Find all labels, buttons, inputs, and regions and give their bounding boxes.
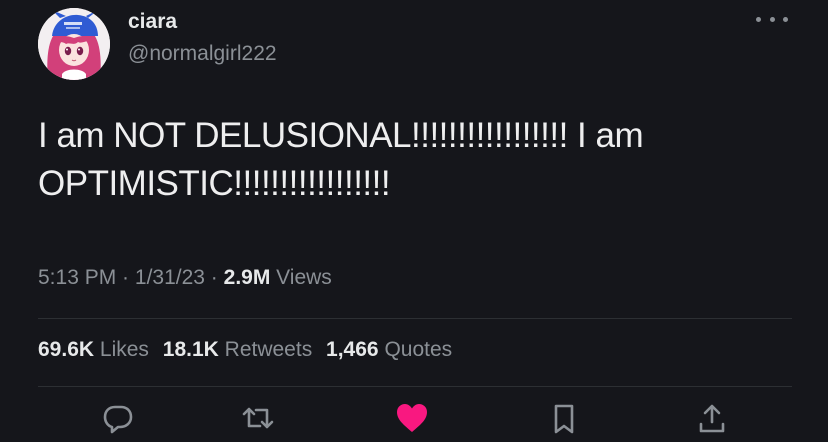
tweet-stats: 69.6K Likes 18.1K Retweets 1,466 Quotes [38, 338, 452, 362]
likes-count: 69.6K [38, 338, 95, 361]
retweet-icon [242, 407, 274, 429]
retweets-stat[interactable]: 18.1K Retweets [163, 338, 312, 361]
dot [783, 16, 788, 22]
retweets-count: 18.1K [162, 338, 219, 361]
dot [769, 16, 775, 22]
views-count: 2.9M [223, 266, 271, 289]
quotes-label: Quotes [384, 338, 453, 361]
share-icon [699, 404, 725, 433]
action-bar [0, 402, 828, 434]
bookmark-icon [554, 404, 574, 434]
dot [756, 16, 761, 22]
quotes-stat[interactable]: 1,466 Quotes [326, 338, 452, 361]
likes-stat[interactable]: 69.6K Likes [38, 338, 149, 361]
retweet-button[interactable] [238, 402, 278, 442]
tweet-text: I am NOT DELUSIONAL!!!!!!!!!!!!!!!!! I a… [38, 116, 644, 203]
tweet-time[interactable]: 5:13 PM [38, 266, 116, 289]
like-button[interactable] [392, 402, 432, 442]
more-options-icon[interactable] [756, 14, 788, 24]
reply-icon [103, 405, 133, 434]
share-button[interactable] [692, 402, 732, 442]
meta-separator: · [116, 266, 135, 289]
author-name[interactable]: ciara [128, 10, 177, 34]
quotes-count: 1,466 [326, 338, 379, 361]
divider [38, 386, 792, 387]
views-label: Views [276, 266, 332, 289]
tweet-meta: 5:13 PM · 1/31/23 · 2.9M Views [38, 266, 332, 290]
anime-girl-avatar-icon [38, 8, 110, 80]
heart-icon [397, 404, 427, 432]
divider [38, 318, 792, 319]
reply-button[interactable] [98, 402, 138, 442]
likes-label: Likes [99, 338, 149, 361]
avatar[interactable] [38, 8, 110, 80]
tweet-date[interactable]: 1/31/23 [135, 266, 205, 289]
meta-separator: · [204, 266, 224, 289]
bookmark-button[interactable] [544, 402, 584, 442]
tweet: ciara @normalgirl222 I am NOT DELUSIONAL… [0, 0, 828, 434]
retweets-label: Retweets [224, 338, 313, 361]
author-handle[interactable]: @normalgirl222 [128, 42, 277, 66]
